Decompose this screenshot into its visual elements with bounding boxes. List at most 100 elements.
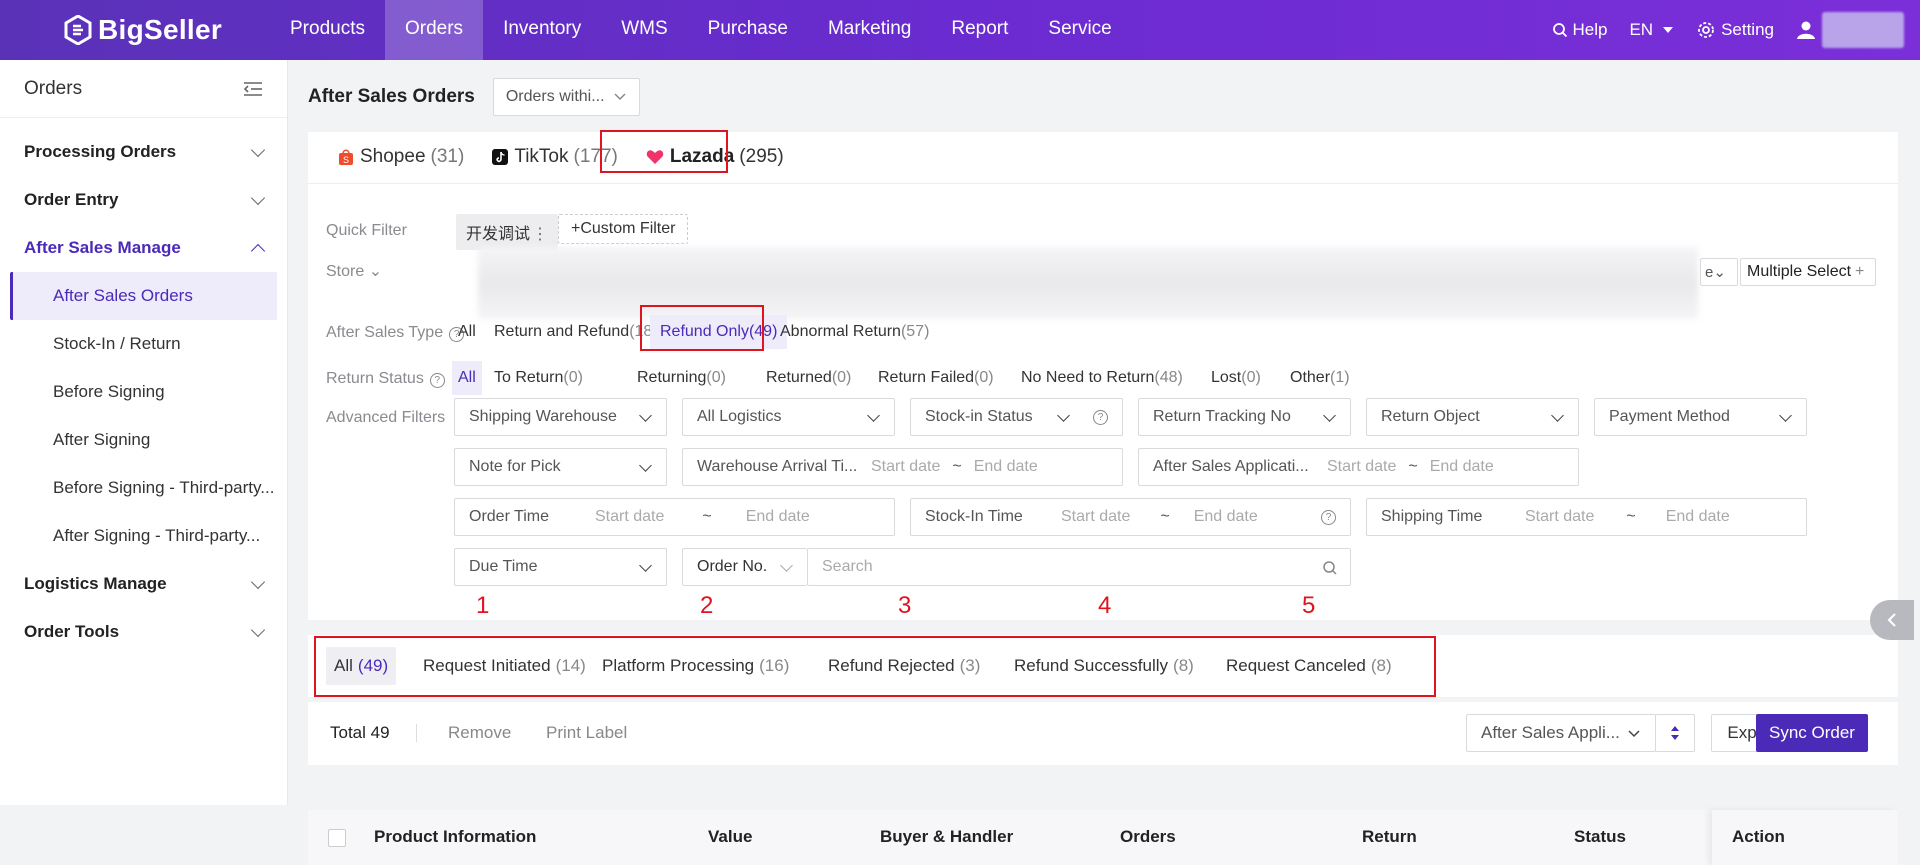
column-header-product-information: Product Information — [374, 827, 537, 846]
help-link[interactable]: Help — [1552, 20, 1607, 40]
platform-tabs: S Shopee (31) TikTok (177) Lazada (295) — [308, 132, 1898, 184]
start-date-input[interactable]: Start date — [1525, 508, 1594, 526]
field-label: Shipping Warehouse — [469, 408, 617, 425]
all-logistics-select[interactable]: All Logistics — [682, 398, 895, 436]
sidebar-item-before-signing[interactable]: Before Signing — [10, 368, 277, 416]
start-date-input[interactable]: Start date — [1061, 508, 1130, 526]
annotation-number-1: 1 — [476, 592, 490, 619]
help-circle-icon[interactable]: ? — [429, 373, 445, 388]
status-return-failed[interactable]: Return Failed(0) — [878, 369, 994, 387]
due-time-select[interactable]: Due Time — [454, 548, 667, 586]
nav-products[interactable]: Products — [270, 0, 385, 60]
store-label[interactable]: Store ⌄ — [326, 261, 382, 281]
start-date-input[interactable]: Start date — [1327, 458, 1396, 476]
language-dropdown[interactable]: EN — [1629, 20, 1675, 40]
shipping-warehouse-select[interactable]: Shipping Warehouse — [454, 398, 667, 436]
sidebar-item-after-sales-orders[interactable]: After Sales Orders — [10, 272, 277, 320]
field-label: Shipping Time — [1381, 508, 1483, 525]
type-abnormal-return[interactable]: Abnormal Return(57) — [780, 323, 929, 341]
search-icon[interactable] — [1322, 560, 1338, 576]
help-circle-icon[interactable]: ? — [1321, 510, 1336, 525]
status-option-count: (0) — [706, 369, 726, 386]
sidebar-group-processing-orders[interactable]: Processing Orders — [0, 128, 287, 176]
user-name-blurred[interactable] — [1822, 12, 1904, 48]
start-date-input[interactable]: Start date — [871, 458, 940, 476]
annotation-number-4: 4 — [1098, 592, 1112, 619]
stockin-status-select[interactable]: Stock-in Status? — [910, 398, 1123, 436]
print-label-button[interactable]: Print Label — [546, 723, 627, 743]
return-object-select[interactable]: Return Object — [1366, 398, 1579, 436]
help-circle-icon[interactable]: ? — [1093, 410, 1108, 425]
column-header-value: Value — [708, 827, 753, 846]
nav-wms[interactable]: WMS — [601, 0, 687, 60]
nav-orders[interactable]: Orders — [384, 0, 484, 60]
brand-name: BigSeller — [98, 14, 223, 45]
status-no-need-to-return[interactable]: No Need to Return(48) — [1021, 369, 1183, 387]
sort-order-button[interactable] — [1655, 714, 1695, 752]
tab-shopee[interactable]: S Shopee (31) — [324, 131, 478, 183]
select-all-checkbox[interactable] — [328, 829, 346, 847]
user-icon[interactable] — [1796, 20, 1816, 40]
field-label: After Sales Applicati... — [1153, 458, 1309, 475]
status-all-label: All — [458, 369, 476, 386]
sync-order-button[interactable]: Sync Order — [1756, 714, 1868, 752]
shipping-time-range[interactable]: Shipping Time Start date ~ End date — [1366, 498, 1807, 536]
setting-link[interactable]: Setting — [1697, 20, 1774, 40]
sidebar-item-stock-in-return[interactable]: Stock-In / Return — [10, 320, 277, 368]
sidebar-item-after-signing[interactable]: After Signing — [10, 416, 277, 464]
end-date-input[interactable]: End date — [1666, 508, 1730, 526]
orders-within-dropdown[interactable]: Orders withi... — [492, 78, 640, 116]
field-label: Due Time — [469, 558, 538, 575]
quick-filter-tag[interactable]: 开发调试 ⋮ — [456, 214, 559, 250]
sidebar-group-logistics-manage[interactable]: Logistics Manage — [0, 560, 287, 608]
collapse-menu-icon[interactable] — [243, 81, 263, 97]
order-time-range[interactable]: Order Time Start date ~ End date — [454, 498, 895, 536]
nav-marketing[interactable]: Marketing — [808, 0, 931, 60]
order-no-select[interactable]: Order No. — [682, 548, 807, 586]
bigseller-logo[interactable]: BigSeller — [64, 14, 222, 46]
nav-purchase[interactable]: Purchase — [688, 0, 808, 60]
status-other[interactable]: Other(1) — [1290, 369, 1350, 387]
end-date-input[interactable]: End date — [1430, 458, 1494, 476]
field-label: All Logistics — [697, 408, 782, 425]
status-lost[interactable]: Lost(0) — [1211, 369, 1261, 387]
sidebar-group-order-entry[interactable]: Order Entry — [0, 176, 287, 224]
status-all[interactable]: All — [452, 361, 482, 395]
start-date-input[interactable]: Start date — [595, 508, 664, 526]
status-returned[interactable]: Returned(0) — [766, 369, 851, 387]
stockin-time-range[interactable]: Stock-In Time Start date ~ End date? — [910, 498, 1351, 536]
end-date-input[interactable]: End date — [1194, 508, 1258, 526]
warehouse-arrival-range[interactable]: Warehouse Arrival Ti... Start date ~ End da… — [682, 448, 1123, 486]
sidebar: Orders Processing Orders Order Entry Aft… — [0, 60, 288, 805]
custom-filter-button[interactable]: +Custom Filter — [558, 214, 689, 244]
sidebar-group-order-tools[interactable]: Order Tools — [0, 608, 287, 656]
return-tracking-select[interactable]: Return Tracking No — [1138, 398, 1351, 436]
chevron-down-icon — [614, 93, 626, 101]
multiple-select-button[interactable]: Multiple Select + — [1740, 258, 1876, 286]
range-separator: ~ — [1160, 508, 1170, 525]
nav-inventory[interactable]: Inventory — [483, 0, 601, 60]
after-sales-application-range[interactable]: After Sales Applicati... Start date ~ End d… — [1138, 448, 1579, 486]
store-mode-dropdown[interactable]: e⌄ — [1700, 258, 1738, 286]
type-all[interactable]: All — [458, 323, 476, 341]
sidebar-item-after-signing-third-party[interactable]: After Signing - Third-party... — [10, 512, 277, 560]
side-panel-toggle[interactable] — [1870, 600, 1914, 640]
status-to-return[interactable]: To Return(0) — [494, 369, 583, 387]
nav-service[interactable]: Service — [1028, 0, 1131, 60]
note-for-pick-select[interactable]: Note for Pick — [454, 448, 667, 486]
sidebar-group-after-sales-manage[interactable]: After Sales Manage — [0, 224, 287, 272]
remove-button[interactable]: Remove — [448, 723, 511, 743]
status-option-count: (1) — [1330, 369, 1350, 386]
search-input[interactable]: Search — [807, 548, 1351, 586]
end-date-input[interactable]: End date — [746, 508, 810, 526]
sidebar-item-before-signing-third-party[interactable]: Before Signing - Third-party... — [10, 464, 277, 512]
end-date-input[interactable]: End date — [974, 458, 1038, 476]
status-returning[interactable]: Returning(0) — [637, 369, 726, 387]
field-label: Warehouse Arrival Ti... — [697, 458, 858, 475]
sort-field-select[interactable]: After Sales Appli... — [1466, 714, 1656, 752]
top-right-tools: Help EN Setting — [1552, 0, 1920, 60]
nav-report[interactable]: Report — [931, 0, 1028, 60]
tab-count: (295) — [739, 146, 784, 167]
payment-method-select[interactable]: Payment Method — [1594, 398, 1807, 436]
more-vertical-icon[interactable]: ⋮ — [532, 226, 548, 243]
